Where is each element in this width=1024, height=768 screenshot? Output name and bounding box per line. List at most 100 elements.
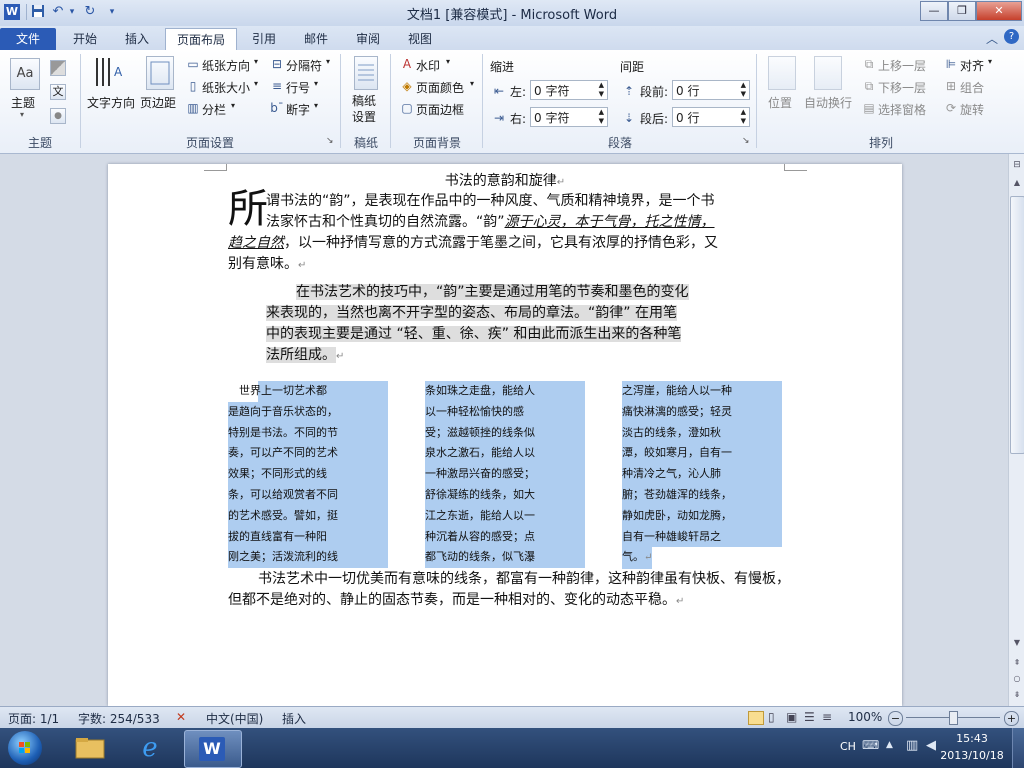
text-direction-icon[interactable]: A	[92, 56, 126, 88]
breaks-button[interactable]: 分隔符	[286, 57, 322, 74]
ruler-toggle-icon[interactable]: ⊟	[1011, 160, 1023, 172]
web-layout-view-icon[interactable]: ▣	[786, 710, 797, 724]
previous-page-icon[interactable]: ⇞	[1011, 658, 1023, 670]
scroll-down-icon[interactable]: ▼	[1011, 638, 1023, 650]
zoom-in-icon[interactable]: +	[1004, 711, 1019, 726]
clock-date[interactable]: 2013/10/18	[934, 749, 1010, 762]
position-icon[interactable]	[768, 56, 796, 90]
margins-button[interactable]: 页边距	[140, 94, 176, 111]
theme-colors-icon[interactable]	[50, 60, 66, 76]
draft-view-icon[interactable]: ≡	[822, 710, 832, 724]
wrap-text-button[interactable]: 自动换行	[804, 94, 852, 111]
wrap-text-icon[interactable]	[814, 56, 842, 90]
columns-button[interactable]: 分栏	[202, 101, 226, 118]
tab-references[interactable]: 引用	[242, 28, 286, 50]
text-direction-button[interactable]: 文字方向	[87, 94, 135, 111]
align-button[interactable]: 对齐	[960, 57, 984, 74]
scroll-up-icon[interactable]: ▲	[1011, 178, 1023, 190]
page-borders-button[interactable]: 页面边框	[416, 101, 464, 118]
outline-view-icon[interactable]: ☰	[804, 710, 815, 724]
draft-settings-button[interactable]: 稿纸 设置	[352, 93, 376, 125]
theme-fonts-icon[interactable]: 文	[50, 84, 66, 100]
zoom-slider-thumb[interactable]	[949, 711, 958, 725]
margins-icon[interactable]	[146, 56, 174, 90]
rotate-button[interactable]: 旋转	[960, 101, 984, 118]
line-numbers-dropdown-icon[interactable]: ▾	[314, 79, 318, 88]
para3-line1[interactable]: 书法艺术中一切优美而有意味的线条，都富有一种韵律，这种韵律虽有快板、有慢板，	[258, 569, 790, 590]
para1-line1[interactable]: 谓书法的“韵”，是表现在作品中的一种风度、气质和精神境界，是一个书	[266, 191, 715, 212]
themes-dropdown-icon[interactable]: ▾	[20, 110, 24, 119]
align-dropdown-icon[interactable]: ▾	[988, 57, 992, 66]
indent-right-spinner[interactable]: 0 字符 ▲ ▼	[530, 107, 608, 127]
spin-arrows-icon[interactable]: ▲ ▼	[599, 108, 604, 126]
help-icon[interactable]: ?	[1004, 29, 1019, 44]
themes-icon[interactable]: Aa	[10, 58, 40, 90]
italic-underline-text[interactable]: 趋之自然	[228, 235, 284, 251]
breaks-dropdown-icon[interactable]: ▾	[326, 57, 330, 66]
page-color-dropdown-icon[interactable]: ▾	[470, 79, 474, 88]
document-page[interactable]: 书法的意韵和旋律↵ 所 谓书法的“韵”，是表现在作品中的一种风度、气质和精神境界…	[108, 164, 902, 706]
next-page-icon[interactable]: ⇟	[1011, 690, 1023, 702]
indent-left-spinner[interactable]: 0 字符 ▲ ▼	[530, 80, 608, 100]
size-dropdown-icon[interactable]: ▾	[254, 79, 258, 88]
text-column-3[interactable]: 之泻崖，能给人以一种 痛快淋漓的感受；轻灵 淡古的线条，澄如秋 潭，皎如寒月，自…	[622, 381, 782, 570]
zoom-out-icon[interactable]: −	[888, 711, 903, 726]
proofing-icon[interactable]: ✕	[176, 710, 186, 724]
selection-pane-button[interactable]: 选择窗格	[878, 101, 926, 118]
tab-file[interactable]: 文件	[0, 28, 56, 50]
word-taskbar-button[interactable]: W	[184, 730, 242, 768]
tab-insert[interactable]: 插入	[114, 28, 160, 50]
network-icon[interactable]: ▥	[906, 738, 918, 753]
drop-cap[interactable]: 所	[228, 187, 268, 231]
spacing-after-spinner[interactable]: 0 行 ▲ ▼	[672, 107, 750, 127]
page-color-button[interactable]: 页面颜色	[416, 79, 464, 96]
spin-arrows-icon[interactable]: ▲ ▼	[741, 81, 746, 99]
full-screen-view-icon[interactable]: ▯	[768, 710, 775, 724]
insert-mode[interactable]: 插入	[282, 710, 306, 727]
language-indicator[interactable]: 中文(中国)	[206, 710, 263, 727]
theme-effects-icon[interactable]: ●	[50, 108, 66, 124]
paragraph-launcher-icon[interactable]: ↘	[742, 136, 750, 146]
tab-home[interactable]: 开始	[62, 28, 108, 50]
position-button[interactable]: 位置	[768, 94, 792, 111]
spacing-before-spinner[interactable]: 0 行 ▲ ▼	[672, 80, 750, 100]
columns-dropdown-icon[interactable]: ▾	[231, 101, 235, 110]
hyphenation-button[interactable]: 断字	[286, 101, 310, 118]
close-button[interactable]: ✕	[976, 1, 1022, 21]
vertical-scrollbar[interactable]: ⊟ ▲ ▼ ⇞ ○ ⇟	[1008, 154, 1024, 706]
tab-review[interactable]: 审阅	[346, 28, 390, 50]
spin-arrows-icon[interactable]: ▲ ▼	[599, 81, 604, 99]
keyboard-icon[interactable]: ⌨	[862, 738, 879, 752]
ribbon-minimize-icon[interactable]: ︿	[986, 30, 998, 47]
start-button[interactable]	[8, 731, 42, 765]
internet-explorer-icon[interactable]: e	[130, 732, 170, 764]
file-explorer-icon[interactable]	[70, 732, 110, 764]
tab-view[interactable]: 视图	[398, 28, 442, 50]
minimize-button[interactable]: —	[920, 1, 948, 21]
print-layout-view-icon[interactable]	[748, 711, 764, 725]
watermark-dropdown-icon[interactable]: ▾	[446, 57, 450, 66]
send-backward-button[interactable]: 下移一层	[878, 79, 926, 96]
browse-object-icon[interactable]: ○	[1011, 674, 1023, 686]
zoom-level[interactable]: 100%	[848, 710, 882, 724]
bring-forward-button[interactable]: 上移一层	[878, 57, 926, 74]
orientation-button[interactable]: 纸张方向	[202, 57, 250, 74]
group-button[interactable]: 组合	[960, 79, 984, 96]
draft-paper-icon[interactable]	[354, 56, 378, 90]
watermark-button[interactable]: 水印	[416, 57, 440, 74]
line-numbers-button[interactable]: 行号	[286, 79, 310, 96]
tab-page-layout[interactable]: 页面布局	[165, 28, 237, 51]
themes-button[interactable]: 主题	[11, 94, 35, 111]
word-count[interactable]: 字数: 254/533	[78, 710, 160, 727]
page-count[interactable]: 页面: 1/1	[8, 710, 59, 727]
ime-indicator[interactable]: CH	[840, 740, 856, 753]
clock-time[interactable]: 15:43	[944, 732, 1000, 745]
scroll-thumb[interactable]	[1010, 196, 1024, 454]
italic-underline-text[interactable]: 源于心灵，本于气骨，托之性情，	[505, 214, 715, 230]
text-column-1[interactable]: 世界上一切艺术都 是趋向于音乐状态的， 特别是书法。不同的节 奏，可以产不同的艺…	[228, 381, 388, 569]
orientation-dropdown-icon[interactable]: ▾	[254, 57, 258, 66]
tray-expand-icon[interactable]: ▲	[886, 740, 893, 750]
restore-button[interactable]: ❐	[948, 1, 976, 21]
text-column-2[interactable]: 条如珠之走盘，能给人 以一种轻松愉快的感 受；滋越顿挫的线条似 泉水之激石，能给…	[425, 381, 585, 569]
show-desktop-button[interactable]	[1012, 728, 1024, 768]
